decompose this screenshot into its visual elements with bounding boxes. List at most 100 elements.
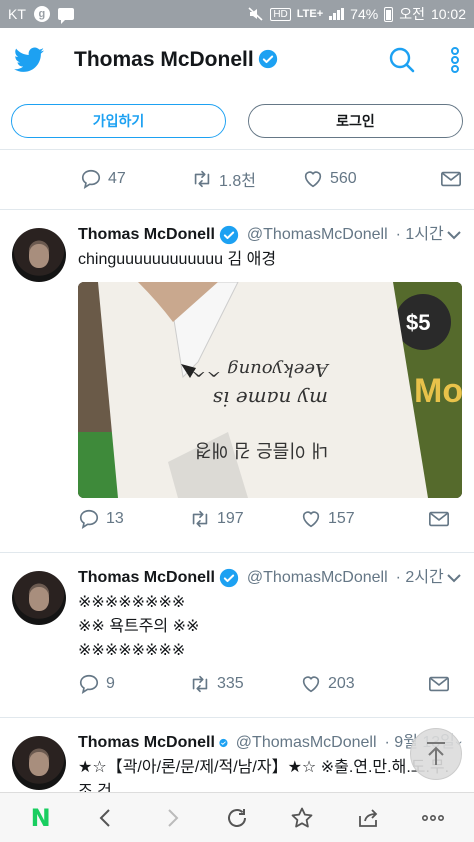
refresh-button[interactable]: [217, 798, 257, 838]
search-icon[interactable]: [388, 46, 416, 74]
verified-badge-icon: [219, 225, 239, 245]
arrow-up-icon: [427, 742, 445, 765]
tweet-text: ★☆【곽/아/론/문/제/적/남/자】★☆ ※출.연.만.해.도.무.조.건 ※…: [78, 759, 450, 792]
more-menu-button[interactable]: [413, 798, 453, 838]
reply-button[interactable]: 9: [78, 673, 189, 695]
profile-header: Thomas McDonell: [0, 28, 474, 92]
like-count: 560: [330, 170, 357, 187]
naver-home-button[interactable]: N: [21, 798, 61, 838]
clock-ampm: 오전: [399, 6, 425, 22]
mute-icon: [248, 7, 264, 21]
mail-icon: [441, 171, 461, 187]
naver-logo-icon: N: [30, 803, 51, 832]
heart-icon: [304, 171, 322, 188]
reply-icon: [81, 169, 101, 190]
retweet-button[interactable]: 1.8천: [191, 167, 302, 191]
tweet-author-handle[interactable]: @ThomasMcDonell: [247, 567, 388, 589]
verified-badge-icon: [258, 49, 277, 69]
tweet[interactable]: Thomas McDonell @ThomasMcDonell · 2시간 ※※…: [0, 553, 474, 718]
like-button[interactable]: 157: [300, 508, 411, 530]
chevron-down-icon[interactable]: [446, 230, 462, 240]
lte-indicator: LTE+: [296, 8, 324, 20]
signup-button[interactable]: 가입하기: [11, 103, 226, 138]
message-notification-icon: [57, 8, 74, 24]
mail-icon: [429, 511, 449, 527]
signal-icon: [329, 8, 345, 20]
heart-icon: [302, 676, 320, 693]
scroll-to-top-button[interactable]: [410, 728, 462, 780]
hd-indicator: HD: [270, 7, 291, 21]
retweet-icon: [192, 675, 208, 693]
star-icon: [291, 807, 313, 827]
retweet-icon: [194, 170, 210, 188]
tweet-author-name[interactable]: Thomas McDonell: [78, 732, 215, 754]
auth-bar: 가입하기 로그인: [0, 92, 474, 150]
ellipsis-icon: [422, 814, 445, 821]
back-button[interactable]: [86, 798, 126, 838]
timeline: 47 1.8천 560 Thomas McDonell @ThomasMcDon…: [0, 150, 474, 792]
direct-message-button[interactable]: [428, 673, 450, 695]
twitter-bird-icon[interactable]: [14, 47, 44, 73]
avatar[interactable]: [12, 228, 66, 282]
browser-toolbar: N: [0, 792, 474, 842]
tweet-actions: 13 197 157: [78, 498, 462, 540]
reply-button[interactable]: 13: [78, 508, 189, 530]
retweet-count: 1.8천: [219, 173, 256, 190]
g-badge-icon: g: [33, 6, 50, 22]
price-tag: $5: [406, 310, 430, 335]
tweet-text: ※※※※※※※※ ※※ 욕트주의 ※※ ※※※※※※※※: [78, 594, 200, 659]
clock-time: 10:02: [430, 6, 466, 22]
note-line-3: 내 이름은 김 애경: [195, 439, 328, 460]
reply-button[interactable]: 47: [80, 168, 191, 190]
sign-text: Mo: [414, 372, 462, 410]
more-options-icon[interactable]: [450, 47, 460, 73]
chevron-left-icon: [99, 808, 110, 827]
refresh-icon: [227, 808, 246, 827]
like-count: 203: [328, 675, 355, 692]
login-button[interactable]: 로그인: [248, 103, 463, 138]
tweet-author-handle[interactable]: @ThomasMcDonell: [247, 224, 388, 246]
retweet-button[interactable]: 197: [189, 508, 300, 530]
battery-percent: 74%: [350, 6, 379, 22]
reply-count: 13: [106, 510, 124, 527]
tweet[interactable]: Thomas McDonell @ThomasMcDonell · 1시간 ch…: [0, 210, 474, 553]
photo-handwritten-note: $5 Mo my name is Aeekyoung ^^ 내 이름은 김 애경: [78, 282, 462, 498]
retweet-count: 197: [217, 510, 244, 527]
reply-icon: [79, 509, 99, 530]
direct-message-button[interactable]: [440, 168, 462, 190]
avatar[interactable]: [12, 571, 66, 625]
page-title: Thomas McDonell: [74, 48, 278, 72]
chevron-right-icon: [167, 808, 178, 827]
direct-message-button[interactable]: [428, 508, 450, 530]
like-button[interactable]: 560: [302, 168, 413, 190]
share-icon: [358, 808, 378, 827]
verified-badge-icon: [219, 568, 239, 588]
divider: [0, 200, 474, 210]
tweet-timestamp[interactable]: · 1시간: [396, 224, 444, 246]
tweet-actions: 9 335 203: [78, 663, 462, 705]
tweet-author-name[interactable]: Thomas McDonell: [78, 224, 215, 246]
retweet-icon: [192, 510, 208, 528]
forward-button[interactable]: [152, 798, 192, 838]
tweet-photo[interactable]: $5 Mo my name is Aeekyoung ^^ 내 이름은 김 애경: [78, 282, 462, 498]
note-line-2: Aeekyoung ^^: [191, 359, 330, 380]
tweet-actions: 47 1.8천 560: [0, 158, 474, 200]
chevron-down-icon[interactable]: [446, 573, 462, 583]
share-button[interactable]: [348, 798, 388, 838]
tweet-timestamp[interactable]: · 2시간: [396, 567, 444, 589]
reply-count: 9: [106, 675, 115, 692]
bookmark-button[interactable]: [282, 798, 322, 838]
reply-count: 47: [108, 170, 126, 187]
retweet-count: 335: [217, 675, 244, 692]
tweet-text: chinguuuuuuuuuuuu 김 애경: [78, 251, 277, 268]
tweet-author-handle[interactable]: @ThomasMcDonell: [236, 732, 377, 754]
retweet-button[interactable]: 335: [189, 673, 300, 695]
like-button[interactable]: 203: [300, 673, 411, 695]
heart-icon: [302, 511, 320, 528]
status-bar: KT g HD LTE+ 74% 오전 10:02: [0, 0, 474, 28]
tweet-author-name[interactable]: Thomas McDonell: [78, 567, 215, 589]
reply-icon: [79, 674, 99, 695]
tweet[interactable]: Thomas McDonell @ThomasMcDonell · 9월 13일…: [0, 718, 474, 792]
mail-icon: [429, 676, 449, 692]
avatar[interactable]: [12, 736, 66, 790]
